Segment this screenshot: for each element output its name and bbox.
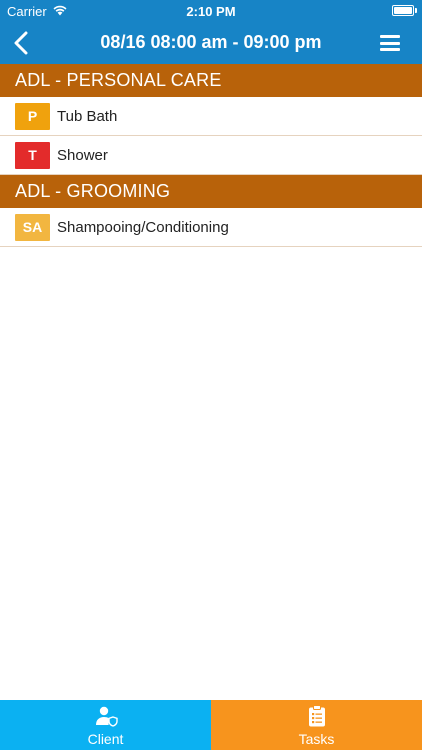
- status-time: 2:10 PM: [186, 4, 236, 19]
- tab-tasks[interactable]: Tasks: [211, 700, 422, 750]
- status-bar: Carrier 2:10 PM: [0, 0, 422, 22]
- page-title: 08/16 08:00 am - 09:00 pm: [100, 32, 322, 52]
- task-list: ADL - PERSONAL CARE P Tub Bath T Shower …: [0, 64, 422, 247]
- task-label: Tub Bath: [57, 107, 118, 125]
- top-bar: Carrier 2:10 PM 08/16 08:00 am - 09:00 p…: [0, 0, 422, 64]
- navigation-bar: 08/16 08:00 am - 09:00 pm: [0, 22, 422, 64]
- hamburger-line: [380, 41, 400, 45]
- task-label: Shampooing/Conditioning: [57, 218, 229, 236]
- hamburger-menu-icon: [380, 35, 400, 38]
- clipboard-list-icon: [308, 705, 325, 727]
- task-row-shampooing[interactable]: SA Shampooing/Conditioning: [0, 208, 422, 247]
- menu-button[interactable]: [380, 33, 400, 53]
- status-badge: T: [15, 141, 50, 169]
- tab-bar: Client Tasks: [0, 700, 422, 750]
- user-shield-icon: [95, 706, 118, 727]
- task-label: Shower: [57, 146, 108, 164]
- screen: Carrier 2:10 PM 08/16 08:00 am - 09:00 p…: [0, 0, 422, 750]
- chevron-left-icon: [14, 31, 28, 55]
- task-row-tub-bath[interactable]: P Tub Bath: [0, 97, 422, 136]
- tab-tasks-label: Tasks: [298, 731, 335, 747]
- status-badge: SA: [15, 213, 50, 241]
- hamburger-line: [380, 48, 400, 51]
- section-header-personal-care: ADL - PERSONAL CARE: [0, 64, 422, 97]
- tab-client[interactable]: Client: [0, 700, 211, 750]
- section-header-grooming: ADL - GROOMING: [0, 175, 422, 208]
- battery-icon: [392, 5, 414, 16]
- tab-client-label: Client: [87, 731, 124, 747]
- back-button[interactable]: [8, 29, 34, 57]
- status-badge: P: [15, 102, 50, 130]
- battery-tip: [415, 8, 417, 13]
- task-row-shower[interactable]: T Shower: [0, 136, 422, 175]
